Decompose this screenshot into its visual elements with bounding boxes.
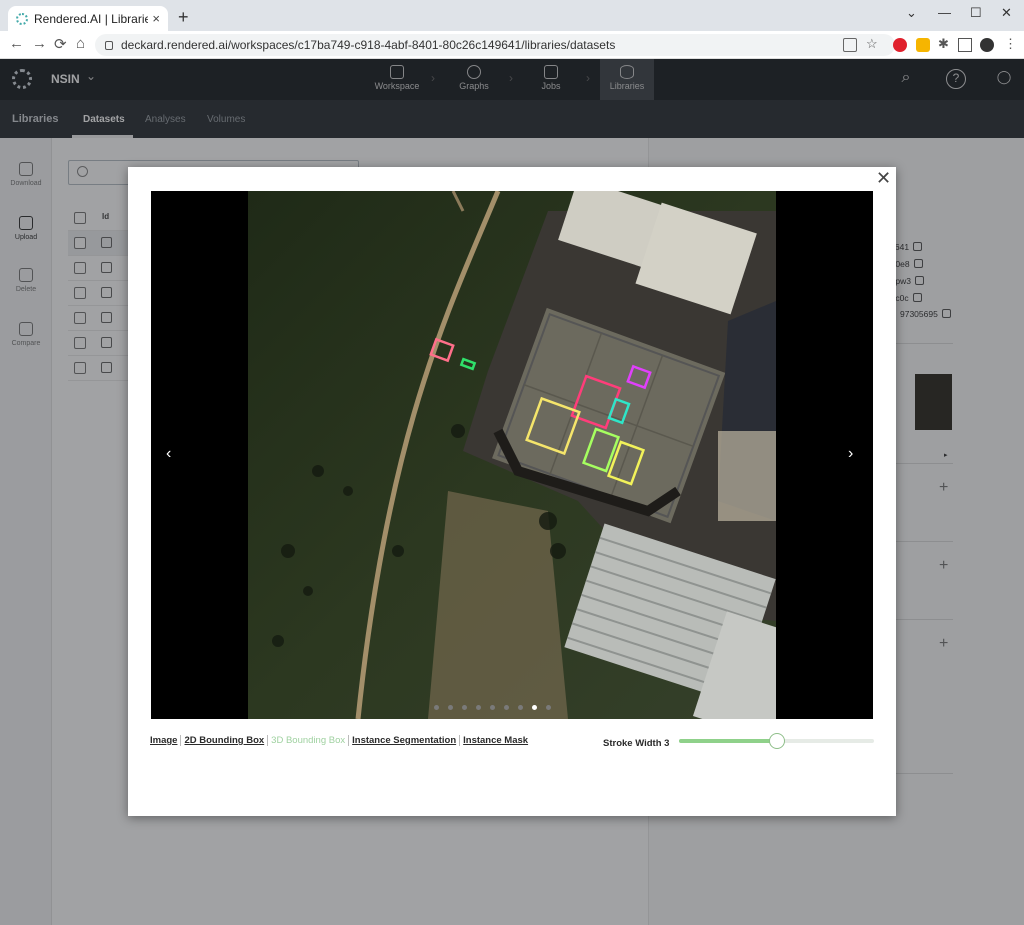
- close-icon[interactable]: ✕: [876, 169, 891, 187]
- opera-extension-icon[interactable]: [893, 38, 907, 52]
- carousel-dot[interactable]: [546, 705, 551, 710]
- reload-icon[interactable]: ⟳: [54, 35, 67, 53]
- maximize-button[interactable]: ☐: [970, 5, 982, 21]
- back-icon[interactable]: ←: [9, 35, 24, 52]
- profile-avatar[interactable]: [980, 38, 994, 52]
- slider-handle[interactable]: [768, 733, 785, 749]
- side-panel-icon[interactable]: [958, 38, 972, 52]
- lock-icon: [105, 40, 113, 50]
- layer-instance-mask-link[interactable]: Instance Mask: [463, 735, 528, 746]
- carousel-dot[interactable]: [490, 705, 495, 710]
- layer-image-link[interactable]: Image: [150, 735, 177, 746]
- aerial-image: [248, 191, 776, 719]
- stroke-width-label: Stroke Width 3: [603, 738, 670, 749]
- image-viewer-modal: ✕ ‹ › Image 2D Bounding Box 3D Bounding …: [128, 167, 896, 816]
- divider: [459, 735, 461, 746]
- browser-toolbar: ← → ⟳ ⌂ deckard.rendered.ai/workspaces/c…: [0, 31, 1024, 59]
- address-url: deckard.rendered.ai/workspaces/c17ba749-…: [121, 38, 616, 52]
- layer-3d-bbox-link: 3D Bounding Box: [271, 735, 346, 746]
- extension-badge-icon[interactable]: [916, 38, 930, 52]
- share-icon[interactable]: [843, 38, 857, 52]
- carousel-dot[interactable]: [504, 705, 509, 710]
- divider: [348, 735, 350, 746]
- browser-menu-icon[interactable]: ⋮: [1004, 36, 1018, 51]
- carousel-dot[interactable]: [462, 705, 467, 710]
- carousel-dot[interactable]: [448, 705, 453, 710]
- address-bar[interactable]: deckard.rendered.ai/workspaces/c17ba749-…: [95, 34, 895, 56]
- new-tab-button[interactable]: +: [178, 7, 189, 28]
- browser-tab-title: Rendered.AI | Libraries - datasets: [34, 11, 149, 26]
- bookmark-star-icon[interactable]: ☆: [866, 36, 880, 51]
- window-close-button[interactable]: ✕: [1001, 5, 1012, 21]
- carousel-dot[interactable]: [518, 705, 523, 710]
- carousel-dot[interactable]: [476, 705, 481, 710]
- carousel-dot-active[interactable]: [532, 705, 537, 710]
- minimize-button[interactable]: —: [938, 5, 951, 20]
- layer-instance-segmentation-link[interactable]: Instance Segmentation: [352, 735, 456, 746]
- extensions-puzzle-icon[interactable]: ✱: [938, 36, 952, 51]
- slider-fill: [679, 739, 777, 743]
- home-icon[interactable]: ⌂: [76, 35, 85, 52]
- browser-tab[interactable]: Rendered.AI | Libraries - datasets ×: [8, 6, 168, 31]
- carousel-dot[interactable]: [434, 705, 439, 710]
- browser-tab-strip: Rendered.AI | Libraries - datasets × + ⌄…: [0, 0, 1024, 31]
- forward-icon[interactable]: →: [32, 35, 47, 52]
- carousel-indicators: [434, 705, 551, 710]
- rendered-ai-favicon-icon: [16, 12, 28, 25]
- tab-close-icon[interactable]: ×: [152, 11, 160, 26]
- image-viewer: ‹ ›: [151, 191, 873, 719]
- tab-search-icon[interactable]: ⌄: [906, 5, 917, 21]
- previous-image-button[interactable]: ‹: [166, 445, 171, 463]
- next-image-button[interactable]: ›: [848, 445, 853, 463]
- divider: [180, 735, 182, 746]
- stroke-width-slider[interactable]: [679, 733, 874, 749]
- layer-2d-bbox-link[interactable]: 2D Bounding Box: [184, 735, 264, 746]
- divider: [267, 735, 269, 746]
- annotation-layer-toggles: Image 2D Bounding Box 3D Bounding Box In…: [150, 735, 528, 746]
